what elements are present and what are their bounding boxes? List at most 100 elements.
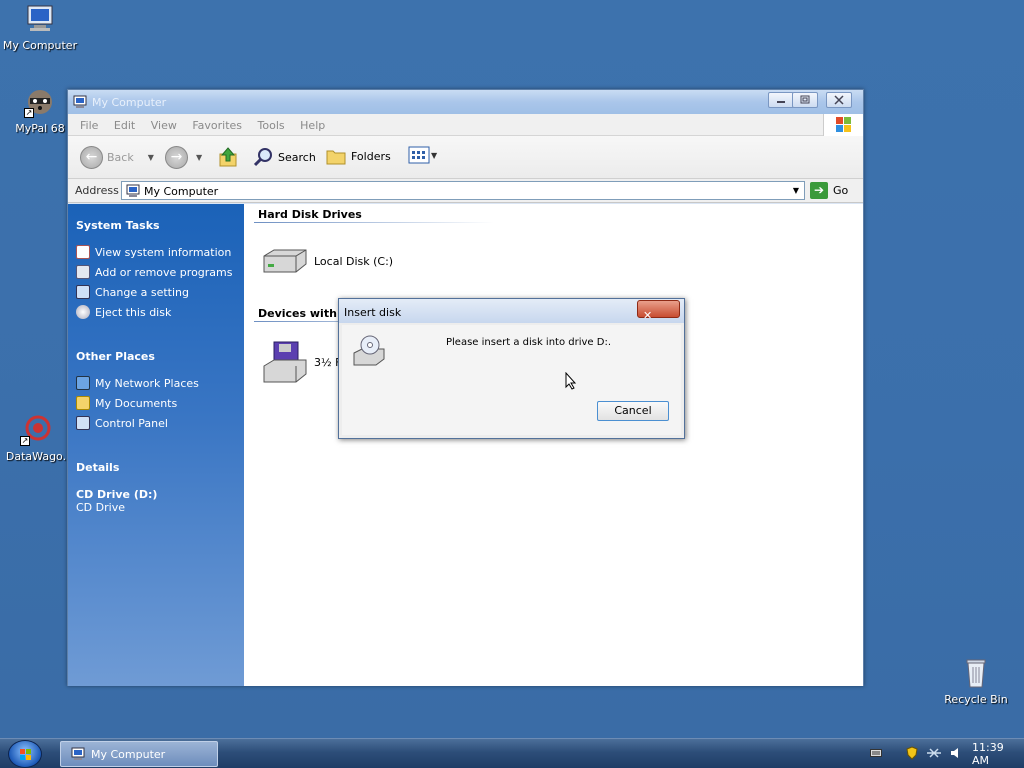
group-divider: [254, 222, 494, 223]
computer-icon: [71, 747, 85, 760]
other-places-heading: Other Places: [76, 350, 155, 363]
menu-file[interactable]: File: [80, 114, 98, 132]
folders-button[interactable]: Folders: [325, 146, 391, 166]
restore-button[interactable]: [792, 92, 818, 108]
desktop-icon-label: Recycle Bin: [944, 693, 1008, 706]
address-value: My Computer: [144, 185, 219, 198]
folders-icon: [326, 150, 346, 165]
raccoon-icon: ↗: [24, 86, 56, 118]
group-hard-disk-drives: Hard Disk Drives: [258, 208, 362, 221]
chevron-down-icon: ▼: [431, 150, 438, 160]
up-button[interactable]: [218, 146, 238, 168]
cancel-button[interactable]: Cancel: [597, 401, 669, 421]
place-my-documents[interactable]: My Documents: [76, 396, 177, 410]
start-button[interactable]: [8, 740, 42, 768]
close-icon: [834, 95, 844, 105]
dialog-close-button[interactable]: ✕: [637, 300, 680, 322]
security-shield-icon[interactable]: [906, 745, 918, 763]
menu-view[interactable]: View: [151, 114, 177, 132]
taskbar-item-my-computer[interactable]: My Computer: [60, 741, 218, 767]
task-change-setting[interactable]: Change a setting: [76, 285, 189, 299]
search-label: Search: [278, 150, 316, 164]
desktop-icon-my-computer[interactable]: My Computer: [0, 3, 80, 52]
restore-icon: [800, 95, 810, 104]
details-heading: Details: [76, 461, 120, 474]
minimize-button[interactable]: [768, 92, 794, 108]
close-button[interactable]: [826, 92, 852, 108]
drive-local-disk-c[interactable]: Local Disk (C:): [260, 246, 393, 276]
system-tray: 11:39 AM: [862, 739, 1024, 768]
network-icon: [76, 376, 90, 390]
content-area: Hard Disk Drives Local Disk (C:) Devices…: [244, 204, 863, 686]
place-my-network-places[interactable]: My Network Places: [76, 376, 199, 390]
desktop-icon-label: My Computer: [2, 39, 78, 52]
clock[interactable]: 11:39 AM: [972, 741, 1024, 767]
floppy-drive-icon: [263, 341, 307, 383]
drive-label: Local Disk (C:): [314, 254, 394, 268]
task-label: Add or remove programs: [95, 265, 233, 279]
shortcut-arrow-icon: ↗: [24, 108, 34, 118]
computer-icon: [24, 3, 56, 35]
shortcut-arrow-icon: ↗: [20, 436, 30, 446]
chevron-down-icon[interactable]: ▼: [148, 153, 154, 162]
go-button[interactable]: ➔ Go: [810, 182, 848, 199]
place-control-panel[interactable]: Control Panel: [76, 416, 168, 430]
control-panel-icon: [76, 416, 90, 430]
views-icon: [408, 146, 430, 164]
taskbar: My Computer 11:39 AM: [0, 738, 1024, 768]
keyboard-icon[interactable]: [870, 748, 882, 761]
window-titlebar[interactable]: My Computer: [68, 90, 863, 114]
dialog-title: Insert disk: [344, 306, 402, 319]
cd-drive-icon: [352, 335, 386, 370]
documents-folder-icon: [76, 396, 90, 410]
task-label: Change a setting: [95, 285, 189, 299]
address-input[interactable]: My Computer ▼: [121, 181, 805, 200]
close-icon: ✕: [643, 309, 653, 322]
desktop-icon-recycle-bin[interactable]: Recycle Bin: [936, 657, 1016, 706]
desktop-icon-datawagon[interactable]: ↗ DataWago.: [0, 414, 76, 463]
details-type: CD Drive: [76, 501, 125, 514]
address-bar: Address My Computer ▼ ➔ Go: [68, 179, 863, 203]
taskbar-item-label: My Computer: [91, 747, 166, 761]
chevron-down-icon[interactable]: ▼: [790, 184, 802, 197]
folder-up-icon: [219, 147, 237, 167]
dialog-message: Please insert a disk into drive D:.: [446, 337, 611, 348]
views-button[interactable]: ▼: [408, 146, 437, 164]
datawagon-icon: ↗: [20, 414, 52, 446]
menu-help[interactable]: Help: [300, 114, 325, 132]
system-info-icon: [76, 245, 90, 259]
back-button[interactable]: ← Back ▼: [80, 146, 154, 169]
task-label: Eject this disk: [95, 305, 172, 319]
dialog-body: Please insert a disk into drive D:. Canc…: [342, 325, 681, 435]
place-label: Control Panel: [95, 416, 168, 430]
task-pane: System Tasks View system information Add…: [68, 204, 244, 686]
drive-floppy[interactable]: 3½ F: [260, 340, 341, 384]
desktop-icon-label: MyPal 68: [15, 122, 65, 135]
toolbar: ← Back ▼ → ▼ Search Folders ▼: [68, 136, 863, 179]
hard-disk-icon: [263, 249, 307, 273]
menu-tools[interactable]: Tools: [258, 114, 285, 132]
desktop-icon-label: DataWago.: [5, 450, 67, 463]
menu-favorites[interactable]: Favorites: [192, 114, 242, 132]
dialog-titlebar[interactable]: Insert disk ✕: [339, 299, 684, 323]
forward-button[interactable]: → ▼: [165, 146, 202, 169]
network-icon[interactable]: [926, 747, 942, 762]
chevron-down-icon[interactable]: ▼: [196, 153, 202, 162]
task-eject-disk[interactable]: Eject this disk: [76, 305, 171, 319]
system-tasks-heading: System Tasks: [76, 219, 160, 232]
insert-disk-dialog: Insert disk ✕ Please insert a disk into …: [338, 298, 685, 439]
windows-flag-icon: [823, 114, 863, 136]
task-view-system-information[interactable]: View system information: [76, 245, 231, 259]
back-arrow-icon: ←: [80, 146, 103, 169]
search-button[interactable]: Search: [252, 146, 316, 168]
volume-icon[interactable]: [950, 747, 962, 762]
control-panel-icon: [76, 285, 90, 299]
computer-icon: [73, 95, 87, 112]
minimize-icon: [777, 101, 785, 103]
place-label: My Documents: [95, 396, 178, 410]
recycle-bin-icon: [960, 657, 992, 689]
menu-edit[interactable]: Edit: [114, 114, 135, 132]
task-add-remove-programs[interactable]: Add or remove programs: [76, 265, 233, 279]
windows-logo-icon: [20, 749, 31, 760]
back-label: Back: [107, 151, 134, 164]
